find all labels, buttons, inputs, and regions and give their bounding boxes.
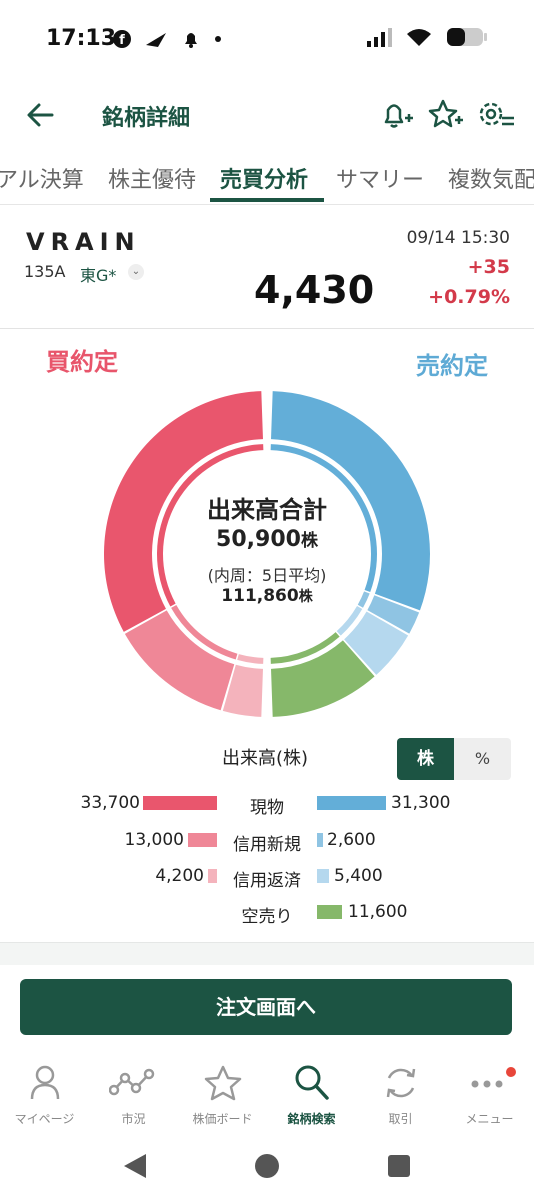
settings-icon[interactable] [474,96,516,134]
inner-ring-note: (内周：5日平均) [207,566,327,585]
app-header [0,84,534,148]
send-icon [146,33,166,47]
buy-label: 買約定 [46,348,118,376]
stock-code: 135A [24,262,66,281]
section-divider [0,942,534,965]
status-time: 17:13 [46,26,117,51]
back-icon[interactable] [122,1152,148,1180]
nav-label: メニュー [465,1112,514,1126]
total-volume: 50,900株 [0,526,534,552]
legend-category: 空売り [241,907,293,927]
legend-sell-bar [317,833,323,847]
volume-donut-chart [103,391,430,717]
back-arrow-icon[interactable] [26,102,56,128]
divider [0,328,534,329]
nav-label: 取引 [388,1112,413,1126]
average-volume-value: 111,860 [221,586,299,606]
price-change-percent: +0.79% [428,286,510,308]
dot-icon [215,36,221,42]
legend-category: 信用新規 [233,835,301,855]
wifi-icon [407,29,431,46]
legend-buy-value: 4,200 [155,866,204,886]
toggle-shares-button[interactable]: 株 [397,738,454,780]
tab-bar: アル決算 株主優待 売買分析 サマリー 複数気配 [0,152,534,205]
legend-sell-value: 31,300 [391,793,451,813]
tab-shareholder-benefits[interactable]: 株主優待 [108,162,196,194]
legend-sell-bar [317,796,386,810]
price-datetime: 09/14 15:30 [406,228,510,248]
search-icon [295,1065,329,1100]
status-bar: 17:13 f [0,0,534,76]
chevron-down-icon[interactable]: ⌄ [128,264,144,280]
add-alert-icon[interactable] [380,98,414,132]
facebook-icon: f [113,30,131,48]
market-selector[interactable]: 東G* [80,262,116,286]
volume-label: 出来高(株) [222,748,309,769]
notification-icons: f [112,28,222,50]
battery-icon [447,28,487,46]
nav-label: 株価ボード [192,1112,253,1126]
average-volume: 111,860株 [0,586,534,606]
legend-buy-bar [188,833,217,847]
tab-earnings[interactable]: アル決算 [0,162,84,194]
tab-multi-quotes[interactable]: 複数気配 [448,162,534,194]
nav-label: マイページ [14,1112,75,1126]
legend-category: 信用返済 [233,871,301,891]
donut-center-title: 出来高合計 [207,496,327,524]
legend-buy-value: 33,700 [80,793,140,813]
home-icon[interactable] [253,1152,281,1180]
tab-summary[interactable]: サマリー [336,162,424,194]
inner-buy-segment-2 [237,654,264,664]
market-trend-icon [109,1068,155,1096]
price-change: +35 [467,256,510,278]
nav-label: 銘柄検索 [287,1112,336,1126]
svg-text:f: f [119,33,125,48]
signal-icon [367,28,392,47]
average-volume-unit: 株 [298,589,313,605]
add-favorite-icon[interactable] [428,98,464,132]
refresh-icon [386,1068,416,1098]
legend-buy-value: 13,000 [124,830,184,850]
system-nav-bar [0,1140,534,1200]
outer-buy-segment-1 [124,610,235,711]
legend-sell-value: 5,400 [334,866,383,886]
person-icon [30,1065,60,1100]
total-volume-unit: 株 [300,531,318,551]
legend-sell-value: 11,600 [348,902,408,922]
stock-name: VRAIN [26,228,141,256]
toggle-percent-button[interactable]: % [454,738,511,780]
legend-category: 現物 [250,798,284,818]
page-title: 銘柄詳細 [102,106,191,131]
legend-sell-value: 2,600 [327,830,376,850]
order-screen-button[interactable]: 注文画面へ [20,979,512,1035]
tab-active-indicator [210,198,324,202]
more-icon [471,1067,516,1088]
sell-label: 売約定 [416,352,488,380]
legend-sell-bar [317,869,329,883]
nav-label: 市況 [121,1112,146,1126]
total-volume-value: 50,900 [216,527,301,552]
stock-price: 4,430 [254,268,375,312]
legend-sell-bar [317,905,342,919]
legend-buy-bar [208,869,217,883]
system-icons [366,26,488,48]
legend-buy-bar [143,796,217,810]
recents-icon[interactable] [386,1153,412,1179]
tab-trade-analysis[interactable]: 売買分析 [220,162,308,194]
star-icon [204,1065,242,1101]
bell-icon [185,33,197,48]
